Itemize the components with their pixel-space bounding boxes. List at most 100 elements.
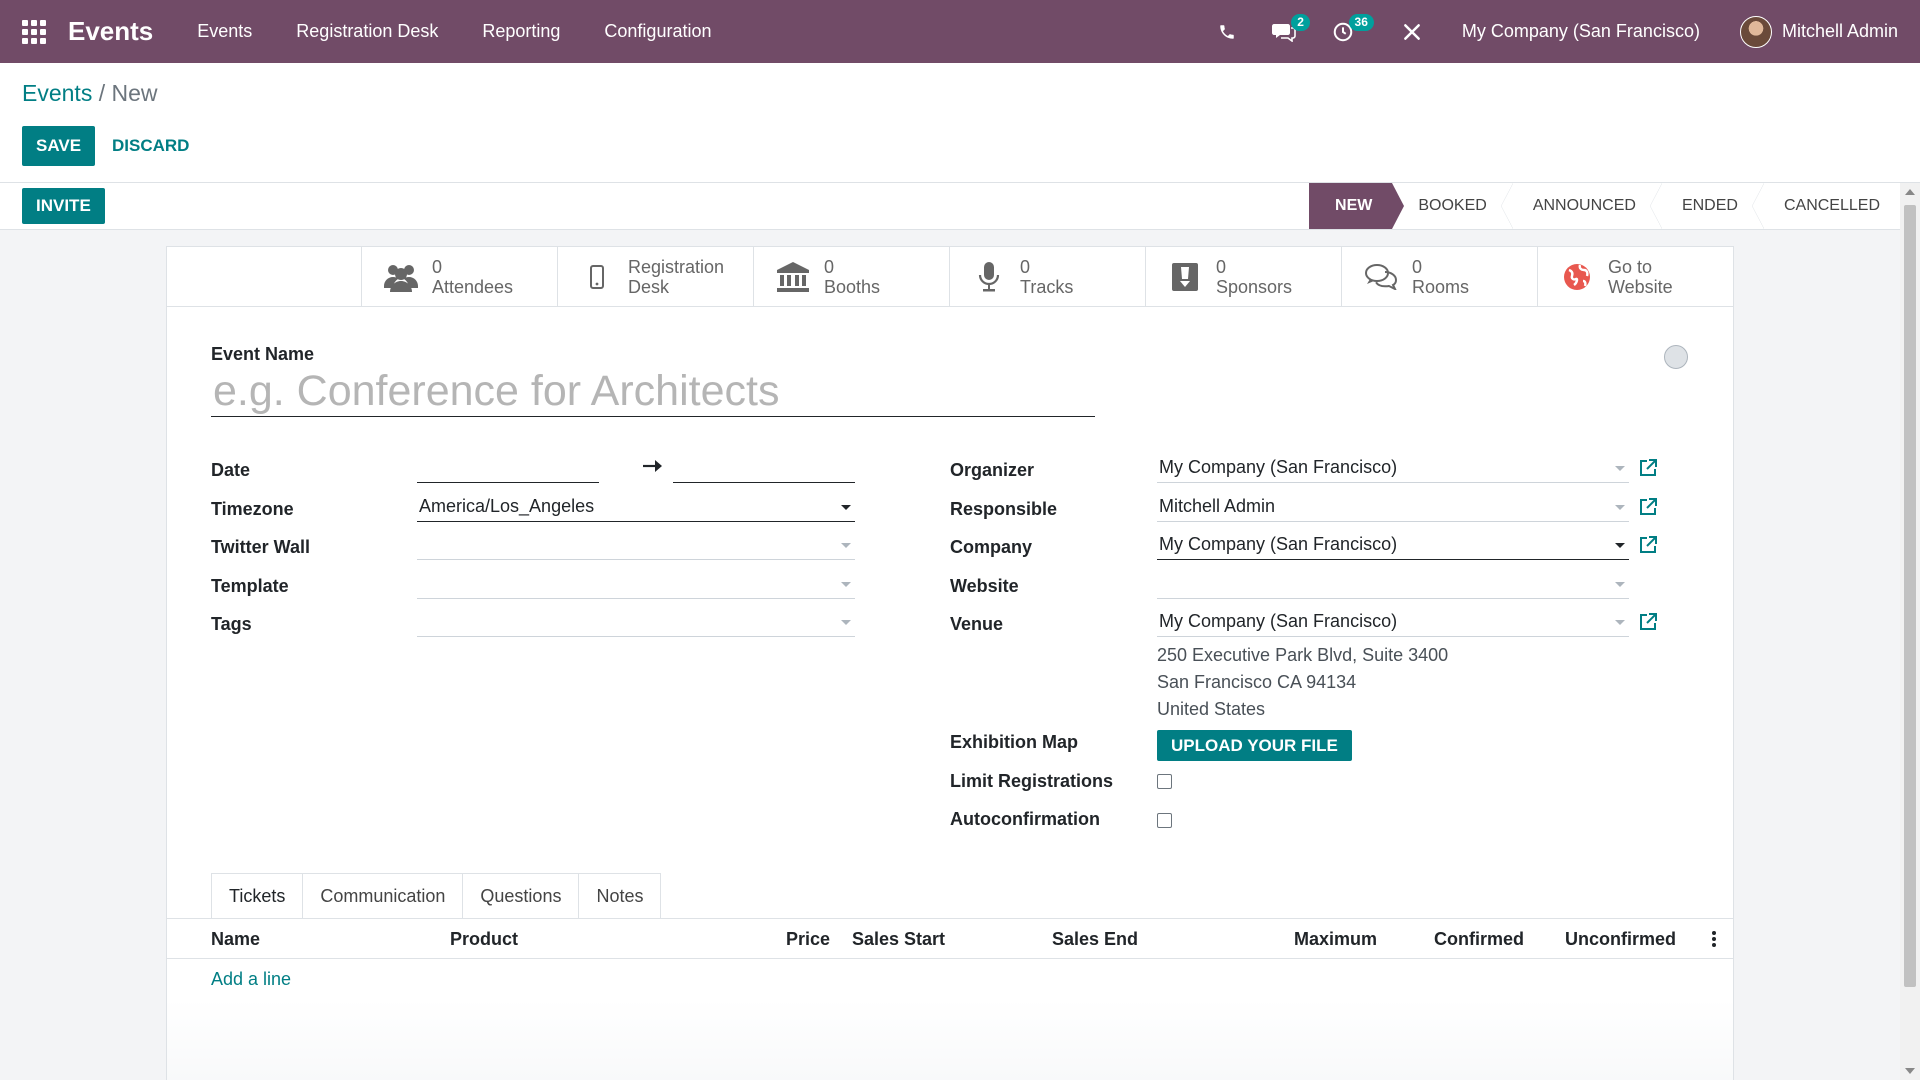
booths-button[interactable]: 0 Booths [753, 247, 949, 307]
column-sales-end[interactable]: Sales End [1052, 929, 1138, 950]
go-to-website-button[interactable]: Go to Website [1537, 247, 1733, 307]
sponsors-label: Sponsors [1216, 277, 1293, 297]
registration-desk-button[interactable]: Registration Desk [557, 247, 753, 307]
app-name[interactable]: Events [68, 16, 153, 47]
external-link-icon[interactable] [1638, 458, 1658, 478]
rooms-button[interactable]: 0 Rooms [1341, 247, 1537, 307]
column-unconfirmed[interactable]: Unconfirmed [1565, 929, 1676, 950]
date-begin-input[interactable] [417, 453, 599, 483]
company-select[interactable]: My Company (San Francisco) [1157, 530, 1629, 560]
company-switcher[interactable]: My Company (San Francisco) [1440, 21, 1740, 42]
messages-badge: 2 [1291, 14, 1310, 31]
invite-button[interactable]: INVITE [22, 188, 105, 224]
add-line-link[interactable]: Add a line [211, 969, 291, 990]
sponsors-button[interactable]: 0 Sponsors [1145, 247, 1341, 307]
chevron-down-icon [1615, 505, 1625, 510]
column-price[interactable]: Price [786, 929, 830, 950]
venue-address-line3: United States [1157, 699, 1266, 719]
template-label: Template [211, 576, 289, 596]
mobile-icon [578, 265, 616, 289]
company-value: My Company (San Francisco) [1159, 534, 1398, 554]
external-link-icon[interactable] [1638, 535, 1658, 555]
column-product[interactable]: Product [450, 929, 518, 950]
responsible-select[interactable]: Mitchell Admin [1157, 492, 1629, 522]
external-link-icon[interactable] [1638, 497, 1658, 517]
notebook-tabs: Tickets Communication Questions Notes [211, 873, 662, 919]
stage-new[interactable]: NEW [1309, 183, 1405, 229]
scroll-thumb[interactable] [1904, 205, 1916, 987]
website-line1: Go to [1608, 257, 1653, 277]
column-name[interactable]: Name [211, 929, 260, 950]
discard-button[interactable]: DISCARD [100, 126, 201, 166]
timezone-select[interactable]: America/Los_Angeles [417, 492, 855, 522]
tab-communication[interactable]: Communication [303, 873, 464, 919]
organizer-select[interactable]: My Company (San Francisco) [1157, 453, 1629, 483]
attendees-button[interactable]: 0 Attendees [361, 247, 557, 307]
twitter-wall-select[interactable] [417, 530, 855, 560]
date-end-input[interactable] [673, 453, 855, 483]
tags-select[interactable] [417, 607, 855, 637]
autoconfirmation-checkbox[interactable] [1157, 813, 1172, 828]
limit-registrations-checkbox[interactable] [1157, 774, 1172, 789]
breadcrumb-events-link[interactable]: Events [22, 80, 92, 106]
template-select[interactable] [417, 569, 855, 599]
menu-reporting[interactable]: Reporting [460, 0, 582, 63]
tickets-list-header: Name Product Price Sales Start Sales End… [167, 919, 1733, 959]
scroll-up-icon[interactable] [1905, 189, 1915, 195]
chevron-down-icon [841, 505, 851, 510]
tab-questions[interactable]: Questions [463, 873, 580, 919]
list-body [167, 999, 1733, 1080]
menu-events[interactable]: Events [175, 0, 274, 63]
activities-icon[interactable]: 36 [1314, 0, 1384, 63]
tracks-button[interactable]: 0 Tracks [949, 247, 1145, 307]
page-scrollbar[interactable] [1900, 183, 1920, 1080]
breadcrumb-current: New [111, 80, 158, 106]
tab-notes[interactable]: Notes [579, 873, 662, 919]
stage-announced[interactable]: ANNOUNCED [1507, 183, 1663, 229]
website-select[interactable] [1157, 569, 1629, 599]
upload-file-button[interactable]: UPLOAD YOUR FILE [1157, 730, 1352, 761]
breadcrumb-separator: / [98, 80, 106, 106]
save-button[interactable]: SAVE [22, 126, 96, 166]
column-sales-start[interactable]: Sales Start [852, 929, 945, 950]
attendees-label: Attendees [432, 277, 514, 297]
venue-address-line2: San Francisco CA 94134 [1157, 672, 1357, 692]
messages-icon[interactable]: 2 [1254, 0, 1314, 63]
kanban-state-indicator[interactable] [1664, 345, 1688, 369]
organizer-label: Organizer [950, 460, 1035, 480]
debug-tools-icon[interactable] [1384, 0, 1440, 63]
rooms-count: 0 [1412, 257, 1423, 277]
top-navbar: Events Events Registration Desk Reportin… [0, 0, 1920, 63]
twitter-wall-label: Twitter Wall [211, 537, 310, 557]
stage-ended[interactable]: ENDED [1656, 183, 1764, 229]
event-name-input[interactable]: e.g. Conference for Architects [211, 367, 1095, 417]
apps-menu-icon[interactable] [0, 0, 68, 63]
scroll-down-icon[interactable] [1905, 1068, 1915, 1074]
chat-bubbles-icon [1362, 264, 1400, 290]
menu-registration-desk[interactable]: Registration Desk [274, 0, 460, 63]
chevron-down-icon [1615, 582, 1625, 587]
column-confirmed[interactable]: Confirmed [1434, 929, 1524, 950]
stage-cancelled[interactable]: CANCELLED [1758, 183, 1900, 229]
column-maximum[interactable]: Maximum [1294, 929, 1377, 950]
chevron-down-icon [1615, 466, 1625, 471]
venue-label: Venue [950, 614, 1004, 634]
venue-address-line1: 250 Executive Park Blvd, Suite 3400 [1157, 645, 1449, 665]
autoconfirmation-label: Autoconfirmation [950, 809, 1100, 829]
timezone-value: America/Los_Angeles [419, 496, 595, 516]
menu-configuration[interactable]: Configuration [582, 0, 733, 63]
tickets-list: Name Product Price Sales Start Sales End… [167, 918, 1733, 1080]
timezone-label: Timezone [211, 499, 294, 519]
globe-icon [1558, 263, 1596, 291]
venue-select[interactable]: My Company (San Francisco) [1157, 607, 1629, 637]
stage-booked[interactable]: BOOKED [1392, 183, 1514, 229]
external-link-icon[interactable] [1638, 612, 1658, 632]
optional-columns-icon[interactable] [1712, 931, 1716, 949]
user-menu[interactable]: Mitchell Admin [1739, 15, 1920, 48]
tab-tickets[interactable]: Tickets [211, 873, 304, 919]
phone-icon[interactable] [1200, 0, 1254, 63]
sponsor-badge-icon [1166, 263, 1204, 291]
responsible-label: Responsible [950, 499, 1058, 519]
organizer-value: My Company (San Francisco) [1159, 457, 1398, 477]
tracks-label: Tracks [1020, 277, 1074, 297]
